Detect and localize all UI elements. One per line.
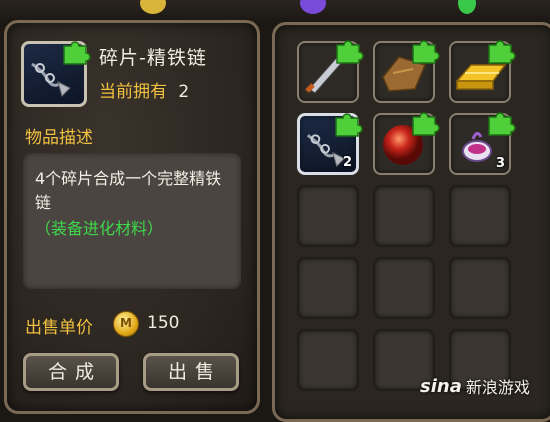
inventory-slot[interactable]: 3: [449, 112, 516, 175]
fragment-puzzle-icon: [412, 40, 440, 64]
item-detail-panel: 碎片-精铁链 当前拥有 2 物品描述 4个碎片合成一个完整精铁链 （装备进化材料…: [4, 20, 260, 414]
description-subtext: （装备进化材料）: [35, 219, 164, 238]
fragment-puzzle-icon: [335, 113, 363, 137]
inventory-slot[interactable]: [373, 40, 440, 103]
empty-inventory-slot[interactable]: [373, 185, 435, 247]
sell-button[interactable]: 出售: [143, 353, 239, 391]
description-text: 4个碎片合成一个完整精铁链: [35, 169, 222, 212]
fragment-puzzle-icon: [488, 112, 516, 136]
description-title: 物品描述: [25, 128, 93, 148]
empty-inventory-slot[interactable]: [297, 257, 359, 319]
item-quantity: 2: [342, 155, 352, 170]
owned-label: 当前拥有: [99, 82, 167, 102]
inventory-slot[interactable]: [449, 40, 516, 103]
fragment-puzzle-icon: [336, 40, 364, 64]
item-quantity: 3: [495, 156, 505, 171]
coin-icon: M: [113, 311, 139, 337]
watermark-text: 新浪游戏: [465, 378, 530, 397]
fragment-puzzle-icon: [63, 41, 91, 65]
sina-watermark: sina 新浪游戏: [420, 374, 530, 398]
owned-count-row: 当前拥有 2: [99, 77, 189, 102]
fragment-puzzle-icon: [488, 40, 516, 64]
sina-logo: sina: [420, 375, 462, 397]
coin-symbol: M: [120, 316, 132, 330]
empty-inventory-slot[interactable]: [297, 185, 359, 247]
inventory-slot[interactable]: [297, 40, 364, 103]
item-name: 碎片-精铁链: [99, 47, 207, 69]
selected-item-frame: [21, 41, 91, 107]
inventory-slot-selected[interactable]: 2: [297, 113, 363, 175]
empty-inventory-slot[interactable]: [449, 257, 511, 319]
inventory-panel: 2 3: [272, 22, 550, 422]
combine-button[interactable]: 合成: [23, 353, 119, 391]
empty-inventory-slot[interactable]: [297, 329, 359, 391]
price-value: 150: [147, 313, 180, 333]
fragment-puzzle-icon: [412, 112, 440, 136]
empty-inventory-slot[interactable]: [373, 257, 435, 319]
owned-count: 2: [178, 82, 190, 102]
price-label: 出售单价: [25, 318, 93, 338]
inventory-slot[interactable]: [373, 112, 440, 175]
empty-inventory-slot[interactable]: [449, 185, 511, 247]
description-box: 4个碎片合成一个完整精铁链 （装备进化材料）: [23, 153, 241, 289]
